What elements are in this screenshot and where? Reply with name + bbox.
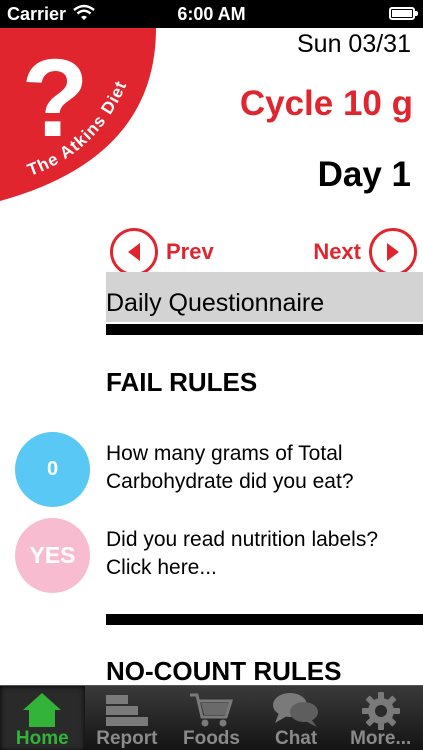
tab-report[interactable]: Report bbox=[85, 686, 170, 750]
nutrition-labels-question[interactable]: Did you read nutrition labels? Click her… bbox=[106, 526, 416, 582]
tab-label: Foods bbox=[182, 728, 240, 749]
tab-label: Chat bbox=[274, 728, 318, 749]
tab-label: More... bbox=[350, 728, 412, 749]
status-bar: Carrier 6:00 AM bbox=[0, 0, 423, 28]
tab-more[interactable]: More... bbox=[338, 686, 423, 750]
nutrition-labels-answer: YES bbox=[29, 542, 76, 568]
no-count-rules-heading: NO-COUNT RULES bbox=[106, 656, 342, 686]
day-label: Day 1 bbox=[317, 155, 411, 194]
divider bbox=[106, 614, 423, 625]
date-label: Sun 03/31 bbox=[297, 30, 411, 58]
prev-label: Prev bbox=[166, 239, 214, 264]
next-button[interactable]: Next bbox=[313, 227, 417, 277]
tab-label: Report bbox=[96, 728, 158, 749]
section-title: Daily Questionnaire bbox=[106, 289, 325, 317]
carb-grams-answer-button[interactable]: 0 bbox=[15, 432, 90, 507]
fail-rules-heading: FAIL RULES bbox=[106, 367, 258, 397]
left-arrow-icon bbox=[110, 228, 158, 276]
tab-label: Home bbox=[15, 728, 69, 749]
divider bbox=[106, 324, 423, 335]
tab-foods[interactable]: Foods bbox=[169, 686, 254, 750]
carb-grams-question[interactable]: How many grams of Total Carbohydrate did… bbox=[106, 440, 416, 496]
atkins-logo: ? The Atkins Diet bbox=[0, 28, 156, 201]
tab-bar: Home Report Foods Chat More... bbox=[0, 685, 423, 750]
prev-button[interactable]: Prev bbox=[110, 227, 214, 277]
tab-home[interactable]: Home bbox=[0, 686, 85, 750]
battery-icon bbox=[389, 7, 418, 20]
tab-chat[interactable]: Chat bbox=[254, 686, 339, 750]
right-arrow-icon bbox=[369, 228, 417, 276]
status-time: 6:00 AM bbox=[177, 4, 246, 24]
next-label: Next bbox=[313, 239, 361, 264]
cycle-label: Cycle 10 g bbox=[239, 84, 413, 123]
nutrition-labels-answer-button[interactable]: YES bbox=[15, 518, 90, 593]
carb-grams-answer: 0 bbox=[46, 458, 59, 480]
